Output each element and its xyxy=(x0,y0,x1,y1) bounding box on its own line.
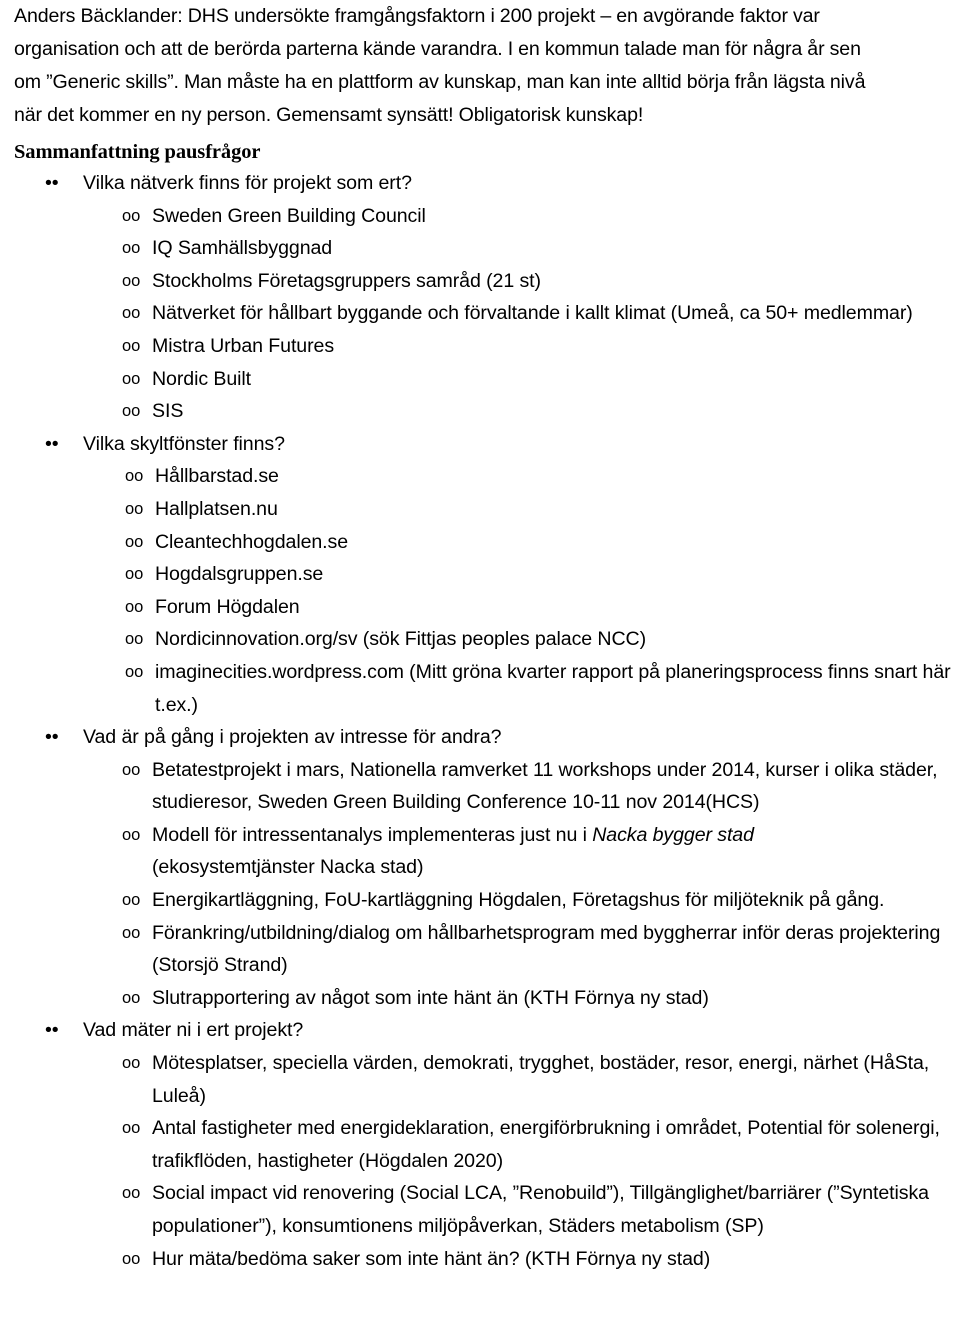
circle-bullet-icon: o xyxy=(125,493,145,526)
question-text: Vilka nätverk finns för projekt som ert? xyxy=(83,172,412,194)
answer-text: Stockholms Företagsgruppers samråd (21 s… xyxy=(152,269,541,292)
circle-bullet-icon: o xyxy=(125,591,145,624)
answer-item: o Hallplatsen.nu xyxy=(0,493,960,526)
answer-item: o SIS xyxy=(0,395,960,428)
circle-bullet-icon: o xyxy=(125,656,145,689)
answer-item: o Mötesplatser, speciella värden, demokr… xyxy=(0,1047,960,1112)
document-page: Anders Bäcklander: DHS undersökte framgå… xyxy=(0,0,960,1326)
intro-line-1: Anders Bäcklander: DHS undersökte framgå… xyxy=(14,5,820,27)
answer-item: o Stockholms Företagsgruppers samråd (21… xyxy=(0,265,960,298)
answer-item: o Modell för intressentanalys implemente… xyxy=(0,819,958,884)
circle-bullet-icon: o xyxy=(125,526,145,559)
circle-bullet-icon: o xyxy=(125,460,145,493)
answer-text: imaginecities.wordpress.com (Mitt gröna … xyxy=(155,660,951,716)
answer-text: Antal fastigheter med energideklaration,… xyxy=(152,1117,940,1172)
answer-text: Mistra Urban Futures xyxy=(152,334,335,357)
answer-item: o Energikartläggning, FoU-kartläggning H… xyxy=(0,884,960,917)
answer-text: Nordic Built xyxy=(152,367,251,390)
intro-line-4: när det kommer en ny person. Gemensamt s… xyxy=(14,104,644,126)
bullet-icon: • xyxy=(45,167,59,200)
answer-text: Nätverket för hållbart byggande och förv… xyxy=(152,302,913,325)
answer-list: o Sweden Green Building Council o IQ Sam… xyxy=(0,200,960,428)
answer-item: o Hur mäta/bedöma saker som inte hänt än… xyxy=(0,1243,960,1276)
answer-text: Social impact vid renovering (Social LCA… xyxy=(152,1182,929,1237)
intro-line-2: organisation och att de berörda parterna… xyxy=(14,38,861,60)
page-title: Sammanfattning pausfrågor xyxy=(14,141,261,163)
circle-bullet-icon: o xyxy=(125,558,145,591)
circle-bullet-icon: o xyxy=(122,917,142,950)
answer-item: o Förankring/utbildning/dialog om hållba… xyxy=(0,917,958,982)
question-text: Vad mäter ni i ert projekt? xyxy=(83,1019,304,1042)
answer-item: o Mistra Urban Futures xyxy=(0,330,960,363)
circle-bullet-icon: o xyxy=(122,200,142,233)
answer-item: o Sweden Green Building Council xyxy=(0,200,960,233)
answer-item: o Forum Högdalen xyxy=(0,591,960,624)
circle-bullet-icon: o xyxy=(122,330,142,363)
answer-text: Mötesplatser, speciella värden, demokrat… xyxy=(152,1052,930,1107)
answer-item: o Hogdalsgruppen.se xyxy=(0,558,960,591)
circle-bullet-icon: o xyxy=(122,754,142,787)
answer-text: IQ Samhällsbyggnad xyxy=(152,237,333,260)
answer-list: o Mötesplatser, speciella värden, demokr… xyxy=(0,1047,960,1275)
answer-item: o Betatestprojekt i mars, Nationella ram… xyxy=(0,754,960,819)
circle-bullet-icon: o xyxy=(122,1112,142,1145)
answer-text: Forum Högdalen xyxy=(155,595,300,618)
answer-list: o Hållbarstad.se o Hallplatsen.nu o Clea… xyxy=(0,460,960,721)
answer-text: Nordicinnovation.org/sv (sök Fittjas peo… xyxy=(155,628,646,651)
question-item: • Vad mäter ni i ert projekt? xyxy=(0,1014,960,1047)
circle-bullet-icon: o xyxy=(122,884,142,917)
answer-text: Förankring/utbildning/dialog om hållbarh… xyxy=(152,921,941,977)
answer-item: o Slutrapportering av något som inte hän… xyxy=(0,982,960,1015)
circle-bullet-icon: o xyxy=(122,982,142,1015)
intro-line-3: om ”Generic skills”. Man måste ha en pla… xyxy=(14,71,866,93)
summary-outline: • Vilka nätverk finns för projekt som er… xyxy=(0,167,960,1275)
answer-item: o Social impact vid renovering (Social L… xyxy=(0,1177,960,1242)
answer-text: Slutrapportering av något som inte hänt … xyxy=(152,986,709,1009)
circle-bullet-icon: o xyxy=(122,395,142,428)
answer-text: Hållbarstad.se xyxy=(155,465,279,488)
answer-text: Hur mäta/bedöma saker som inte hänt än? … xyxy=(152,1247,711,1270)
circle-bullet-icon: o xyxy=(122,1243,142,1276)
answer-text-italic: Nacka bygger stad xyxy=(592,823,754,846)
answer-text: Hallplatsen.nu xyxy=(155,497,278,520)
circle-bullet-icon: o xyxy=(122,1047,142,1080)
answer-text: Modell för intressentanalys implementera… xyxy=(152,823,593,846)
answer-item: o Nätverket för hållbart byggande och fö… xyxy=(0,297,958,330)
answer-text: Sweden Green Building Council xyxy=(152,204,426,227)
circle-bullet-icon: o xyxy=(122,363,142,396)
answer-text: SIS xyxy=(152,400,184,423)
question-text: Vilka skyltfönster finns? xyxy=(83,432,285,455)
circle-bullet-icon: o xyxy=(122,819,142,852)
answer-item: o Cleantechhogdalen.se xyxy=(0,526,960,559)
answer-item: o imaginecities.wordpress.com (Mitt grön… xyxy=(0,656,960,721)
answer-text: Energikartläggning, FoU-kartläggning Hög… xyxy=(152,889,885,912)
circle-bullet-icon: o xyxy=(122,1177,142,1210)
answer-item: o Hållbarstad.se xyxy=(0,460,960,493)
question-text: Vad är på gång i projekten av intresse f… xyxy=(83,726,502,749)
question-item: • Vad är på gång i projekten av intresse… xyxy=(0,721,960,754)
circle-bullet-icon: o xyxy=(122,297,142,330)
circle-bullet-icon: o xyxy=(122,232,142,265)
answer-item: o Nordic Built xyxy=(0,363,960,396)
bullet-icon: • xyxy=(45,1014,59,1047)
bullet-icon: • xyxy=(45,721,59,754)
answer-item: o Antal fastigheter med energideklaratio… xyxy=(0,1112,960,1177)
answer-text: Betatestprojekt i mars, Nationella ramve… xyxy=(152,758,938,814)
circle-bullet-icon: o xyxy=(122,265,142,298)
question-item: • Vilka skyltfönster finns? xyxy=(0,428,960,461)
answer-text: Cleantechhogdalen.se xyxy=(155,530,349,553)
intro-paragraph: Anders Bäcklander: DHS undersökte framgå… xyxy=(0,0,960,132)
answer-text: Hogdalsgruppen.se xyxy=(155,563,324,586)
answer-item: o Nordicinnovation.org/sv (sök Fittjas p… xyxy=(0,623,960,656)
circle-bullet-icon: o xyxy=(125,623,145,656)
answer-text-tail: (ekosystemtjänster Nacka stad) xyxy=(152,856,424,879)
answer-list: o Betatestprojekt i mars, Nationella ram… xyxy=(0,754,960,1015)
question-item: • Vilka nätverk finns för projekt som er… xyxy=(0,167,960,200)
answer-item: o IQ Samhällsbyggnad xyxy=(0,232,960,265)
bullet-icon: • xyxy=(45,428,59,461)
